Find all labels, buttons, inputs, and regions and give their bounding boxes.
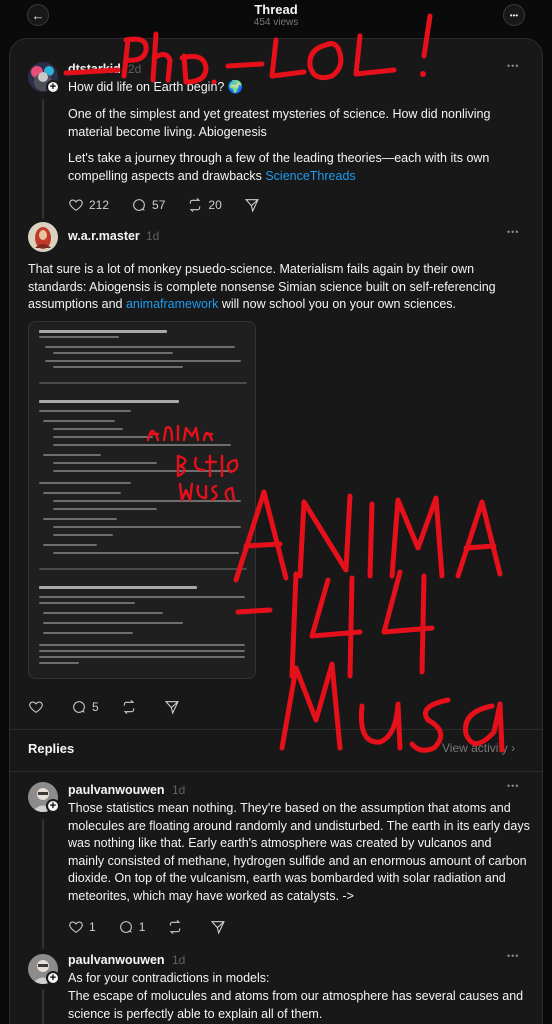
comment-count: 5 <box>92 700 99 714</box>
reply-more-icon[interactable]: ••• <box>507 227 519 237</box>
comment-icon <box>119 921 132 933</box>
repost-button[interactable]: 20 <box>187 197 222 213</box>
thread-connector <box>42 819 44 949</box>
chevron-right-icon: › <box>511 741 516 755</box>
share-button[interactable] <box>244 197 265 213</box>
replies-heading: Replies <box>28 741 75 756</box>
repost-button[interactable] <box>121 699 142 715</box>
comment-icon <box>73 701 85 713</box>
reply-timestamp: 1d <box>146 229 160 243</box>
like-count: 1 <box>89 920 96 934</box>
comment-button[interactable]: 5 <box>71 699 99 715</box>
animaframework-link[interactable]: animaframework <box>126 297 218 311</box>
doc-title <box>39 330 167 333</box>
heart-icon <box>69 199 83 211</box>
doc-section-heading <box>39 400 179 403</box>
post-more-icon[interactable]: ••• <box>507 61 519 71</box>
repost-button[interactable] <box>167 919 188 935</box>
repost-icon <box>190 197 201 213</box>
repost-icon <box>170 919 181 935</box>
hashtag-link[interactable]: ScienceThreads <box>265 169 355 183</box>
send-icon <box>244 199 259 213</box>
reply-1-timestamp: 1d <box>172 783 186 797</box>
post-actions: 212 57 20 <box>68 196 287 214</box>
follow-plus-icon[interactable]: + <box>46 799 60 813</box>
reply-username[interactable]: w.a.r.master <box>68 229 140 243</box>
thread-panel: + dtstarkid 2d ••• How did life on Earth… <box>9 38 543 1024</box>
top-bar: ← Thread 454 views ••• <box>0 0 552 36</box>
reply-2-more-icon[interactable]: ••• <box>507 951 519 961</box>
share-button[interactable] <box>210 919 231 935</box>
attached-document-image[interactable] <box>28 321 256 679</box>
reply-2-timestamp: 1d <box>172 953 186 967</box>
view-activity-link[interactable]: View activity › <box>442 741 515 755</box>
reply-1-more-icon[interactable]: ••• <box>507 781 519 791</box>
reply-text: That sure is a lot of monkey psuedo-scie… <box>28 262 496 311</box>
reply-2-text-line-2: The escape of molucules and atoms from o… <box>68 989 524 1021</box>
like-count: 212 <box>89 198 110 212</box>
comment-button[interactable]: 1 <box>118 919 146 935</box>
reply-1-text: Those statistics mean nothing. They're b… <box>68 801 530 903</box>
share-button[interactable] <box>164 699 185 715</box>
comment-button[interactable]: 57 <box>131 197 165 213</box>
divider <box>10 771 542 772</box>
post-question: How did life on Earth begin? 🌍 <box>68 80 244 94</box>
post-timestamp: 2d <box>128 62 142 76</box>
comment-count: 1 <box>138 920 146 934</box>
page-title: Thread <box>254 2 298 17</box>
reply-2-username[interactable]: paulvanwouwen <box>68 953 165 967</box>
post-username[interactable]: dtstarkid <box>68 62 121 76</box>
post-paragraph-1: One of the simplest and yet greatest mys… <box>68 107 491 139</box>
like-button[interactable] <box>28 699 49 715</box>
post-paragraph-2: Let's take a journey through a few of th… <box>68 151 490 183</box>
like-button[interactable]: 212 <box>68 197 109 213</box>
send-icon <box>164 701 179 715</box>
reply-2-text-line-1: As for your contradictions in models: <box>68 971 270 985</box>
repost-count: 20 <box>208 198 222 212</box>
heart-icon <box>69 921 83 933</box>
more-options-icon[interactable]: ••• <box>503 4 525 26</box>
reply-1-actions: 1 1 <box>68 918 253 936</box>
send-icon <box>211 921 226 935</box>
comment-count: 57 <box>152 198 166 212</box>
avatar-w-a-r-master[interactable] <box>28 222 58 252</box>
thread-connector <box>42 989 44 1024</box>
reply-1-username[interactable]: paulvanwouwen <box>68 783 165 797</box>
like-button[interactable]: 1 <box>68 919 96 935</box>
view-count: 454 views <box>253 17 299 28</box>
comment-icon <box>133 199 145 211</box>
reply-actions: 5 <box>28 698 207 716</box>
repost-icon <box>123 699 134 715</box>
heart-icon <box>29 701 43 713</box>
doc-conclusion-heading <box>39 586 197 589</box>
follow-plus-icon[interactable]: + <box>46 971 60 985</box>
divider <box>10 729 542 730</box>
follow-plus-icon[interactable]: + <box>46 80 60 94</box>
thread-connector <box>42 99 44 219</box>
